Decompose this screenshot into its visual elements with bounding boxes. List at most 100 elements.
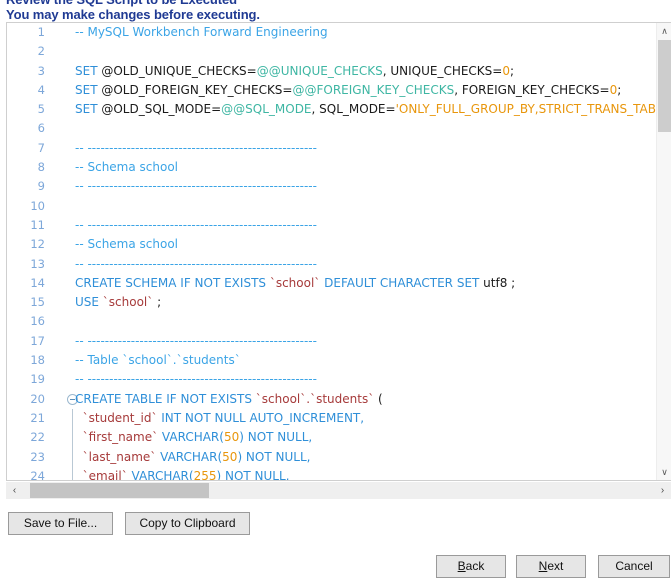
line-number: 4	[37, 82, 45, 97]
code-line-text: `email` VARCHAR(255) NOT NULL,	[75, 467, 290, 480]
fold-guide-line	[72, 466, 73, 480]
code-token: `school`	[102, 295, 154, 310]
line-number: 16	[30, 314, 45, 329]
code-token: @@SQL_MODE	[221, 102, 312, 117]
code-line[interactable]: 22 `first_name` VARCHAR(50) NOT NULL,	[7, 428, 656, 448]
next-button[interactable]: Next	[516, 555, 586, 578]
code-line[interactable]: 18 -- Table `school`.`students`	[7, 351, 656, 370]
code-line[interactable]: 8 -- Schema school	[7, 158, 656, 177]
code-line[interactable]: 14 CREATE SCHEMA IF NOT EXISTS `school` D…	[7, 274, 656, 293]
code-line-text: CREATE SCHEMA IF NOT EXISTS `school` DEF…	[75, 274, 515, 293]
code-line-text: `last_name` VARCHAR(50) NOT NULL,	[75, 448, 311, 467]
code-line-text: -- Table `school`.`students`	[75, 351, 241, 370]
code-line[interactable]: 6	[7, 119, 656, 138]
code-token: -- -------------------------------------…	[75, 140, 317, 155]
code-token: CREATE SCHEMA IF NOT EXISTS	[75, 275, 270, 290]
code-line[interactable]: 3 SET @OLD_UNIQUE_CHECKS=@@UNIQUE_CHECKS,…	[7, 62, 656, 81]
code-line-text: -- -------------------------------------…	[75, 332, 317, 351]
wizard-instruction-line-2: You may make changes before executing.	[6, 7, 260, 22]
code-token: VARCHAR(	[158, 430, 224, 445]
code-token: ;	[153, 295, 162, 310]
code-token: -- -------------------------------------…	[75, 179, 317, 194]
line-number: 3	[37, 63, 45, 78]
code-line-text: `first_name` VARCHAR(50) NOT NULL,	[75, 428, 313, 447]
code-token: -- Table `school`.`students`	[75, 353, 241, 368]
code-line-text: -- -------------------------------------…	[75, 255, 317, 274]
scroll-down-arrow-icon[interactable]: ∨	[657, 464, 671, 480]
code-line[interactable]: 10	[7, 197, 656, 216]
scroll-up-arrow-icon[interactable]: ∧	[657, 23, 671, 39]
code-line[interactable]: 2	[7, 42, 656, 61]
save-to-file-button[interactable]: Save to File...	[8, 512, 113, 535]
horizontal-scrollbar[interactable]: ‹ ›	[6, 482, 671, 499]
line-number: 22	[30, 430, 45, 445]
code-line[interactable]: 19 -- -----------------------------------…	[7, 370, 656, 389]
code-token: -- MySQL Workbench Forward Engineering	[75, 25, 328, 39]
code-line-text: -- -------------------------------------…	[75, 177, 317, 196]
scroll-right-arrow-icon[interactable]: ›	[654, 482, 671, 499]
line-number: 1	[37, 25, 45, 39]
code-line-text: -- MySQL Workbench Forward Engineering	[75, 23, 328, 42]
code-token: 50	[222, 449, 238, 464]
code-token: utf8 ;	[483, 275, 516, 290]
code-token: -- -------------------------------------…	[75, 333, 317, 348]
code-token: ) NOT NULL,	[216, 468, 290, 480]
code-line[interactable]: 5 SET @OLD_SQL_MODE=@@SQL_MODE, SQL_MODE=…	[7, 100, 656, 119]
code-line[interactable]: 13 -- -----------------------------------…	[7, 255, 656, 274]
code-token: SET	[75, 102, 102, 117]
back-button[interactable]: Back	[436, 555, 506, 578]
cancel-button[interactable]: Cancel	[598, 555, 670, 578]
vertical-scrollbar-thumb[interactable]	[658, 40, 671, 132]
line-number: 10	[30, 198, 45, 213]
code-line[interactable]: 24 `email` VARCHAR(255) NOT NULL,	[7, 466, 656, 480]
code-line[interactable]: 12 -- Schema school	[7, 235, 656, 254]
fold-guide-line	[72, 428, 73, 448]
line-number: 17	[30, 333, 45, 348]
code-token: `last_name`	[75, 449, 157, 464]
horizontal-scrollbar-thumb[interactable]	[30, 483, 209, 498]
line-number: 11	[30, 217, 45, 232]
code-line[interactable]: 23 `last_name` VARCHAR(50) NOT NULL,	[7, 447, 656, 467]
vertical-scrollbar[interactable]: ∧ ∨	[656, 23, 671, 480]
line-number: 8	[37, 160, 45, 175]
code-token: , SQL_MODE=	[311, 102, 396, 117]
wizard-instruction-line-1: Review the SQL Script to be Executed	[6, 0, 666, 7]
line-number: 15	[30, 295, 45, 310]
fold-guide-line	[72, 408, 73, 429]
fold-guide-line	[72, 447, 73, 467]
code-line[interactable]: 1 -- MySQL Workbench Forward Engineering	[7, 23, 656, 42]
code-token: @OLD_SQL_MODE=	[101, 102, 222, 117]
wizard-instruction-text: Review the SQL Script to be Executed You…	[6, 0, 666, 22]
code-line[interactable]: 21 `student_id` INT NOT NULL AUTO_INCREM…	[7, 408, 656, 429]
code-line-text: -- Schema school	[75, 235, 178, 254]
code-token: 50	[223, 430, 240, 445]
code-line[interactable]: 4 SET @OLD_FOREIGN_KEY_CHECKS=@@FOREIGN_K…	[7, 81, 656, 100]
code-token: , UNIQUE_CHECKS=	[382, 63, 503, 78]
line-number: 18	[30, 353, 45, 368]
code-line[interactable]: 15 USE `school` ;	[7, 293, 656, 312]
code-line[interactable]: 20 CREATE TABLE IF NOT EXISTS `school`.`s…	[7, 390, 656, 409]
code-token: @OLD_UNIQUE_CHECKS=	[101, 63, 257, 78]
code-line[interactable]: 11 -- -----------------------------------…	[7, 216, 656, 235]
code-line[interactable]: 7 -- ------------------------------------…	[7, 139, 656, 158]
code-token: `student_id`	[75, 410, 158, 425]
line-number: 6	[37, 121, 45, 136]
code-token: -- -------------------------------------…	[75, 217, 317, 232]
code-token: @OLD_FOREIGN_KEY_CHECKS=	[101, 82, 293, 97]
code-token: VARCHAR(	[156, 449, 223, 464]
code-token: `school`	[269, 275, 321, 290]
line-number: 20	[30, 391, 45, 406]
code-line-text: -- Schema school	[75, 158, 178, 177]
copy-to-clipboard-button[interactable]: Copy to Clipboard	[125, 512, 250, 535]
code-line[interactable]: 9 -- ------------------------------------…	[7, 177, 656, 196]
code-token: SET	[75, 63, 102, 78]
scroll-left-arrow-icon[interactable]: ‹	[6, 482, 23, 499]
code-line[interactable]: 17 -- -----------------------------------…	[7, 332, 656, 351]
button-mnemonic: B	[457, 559, 466, 573]
code-viewport[interactable]: 1 -- MySQL Workbench Forward Engineering 2…	[7, 23, 656, 480]
sql-script-editor[interactable]: 1 -- MySQL Workbench Forward Engineering 2…	[6, 22, 671, 481]
code-line[interactable]: 16	[7, 312, 656, 331]
code-token: `email`	[75, 468, 128, 480]
code-token: ;	[617, 82, 622, 97]
code-line-text: -- -------------------------------------…	[75, 370, 317, 389]
